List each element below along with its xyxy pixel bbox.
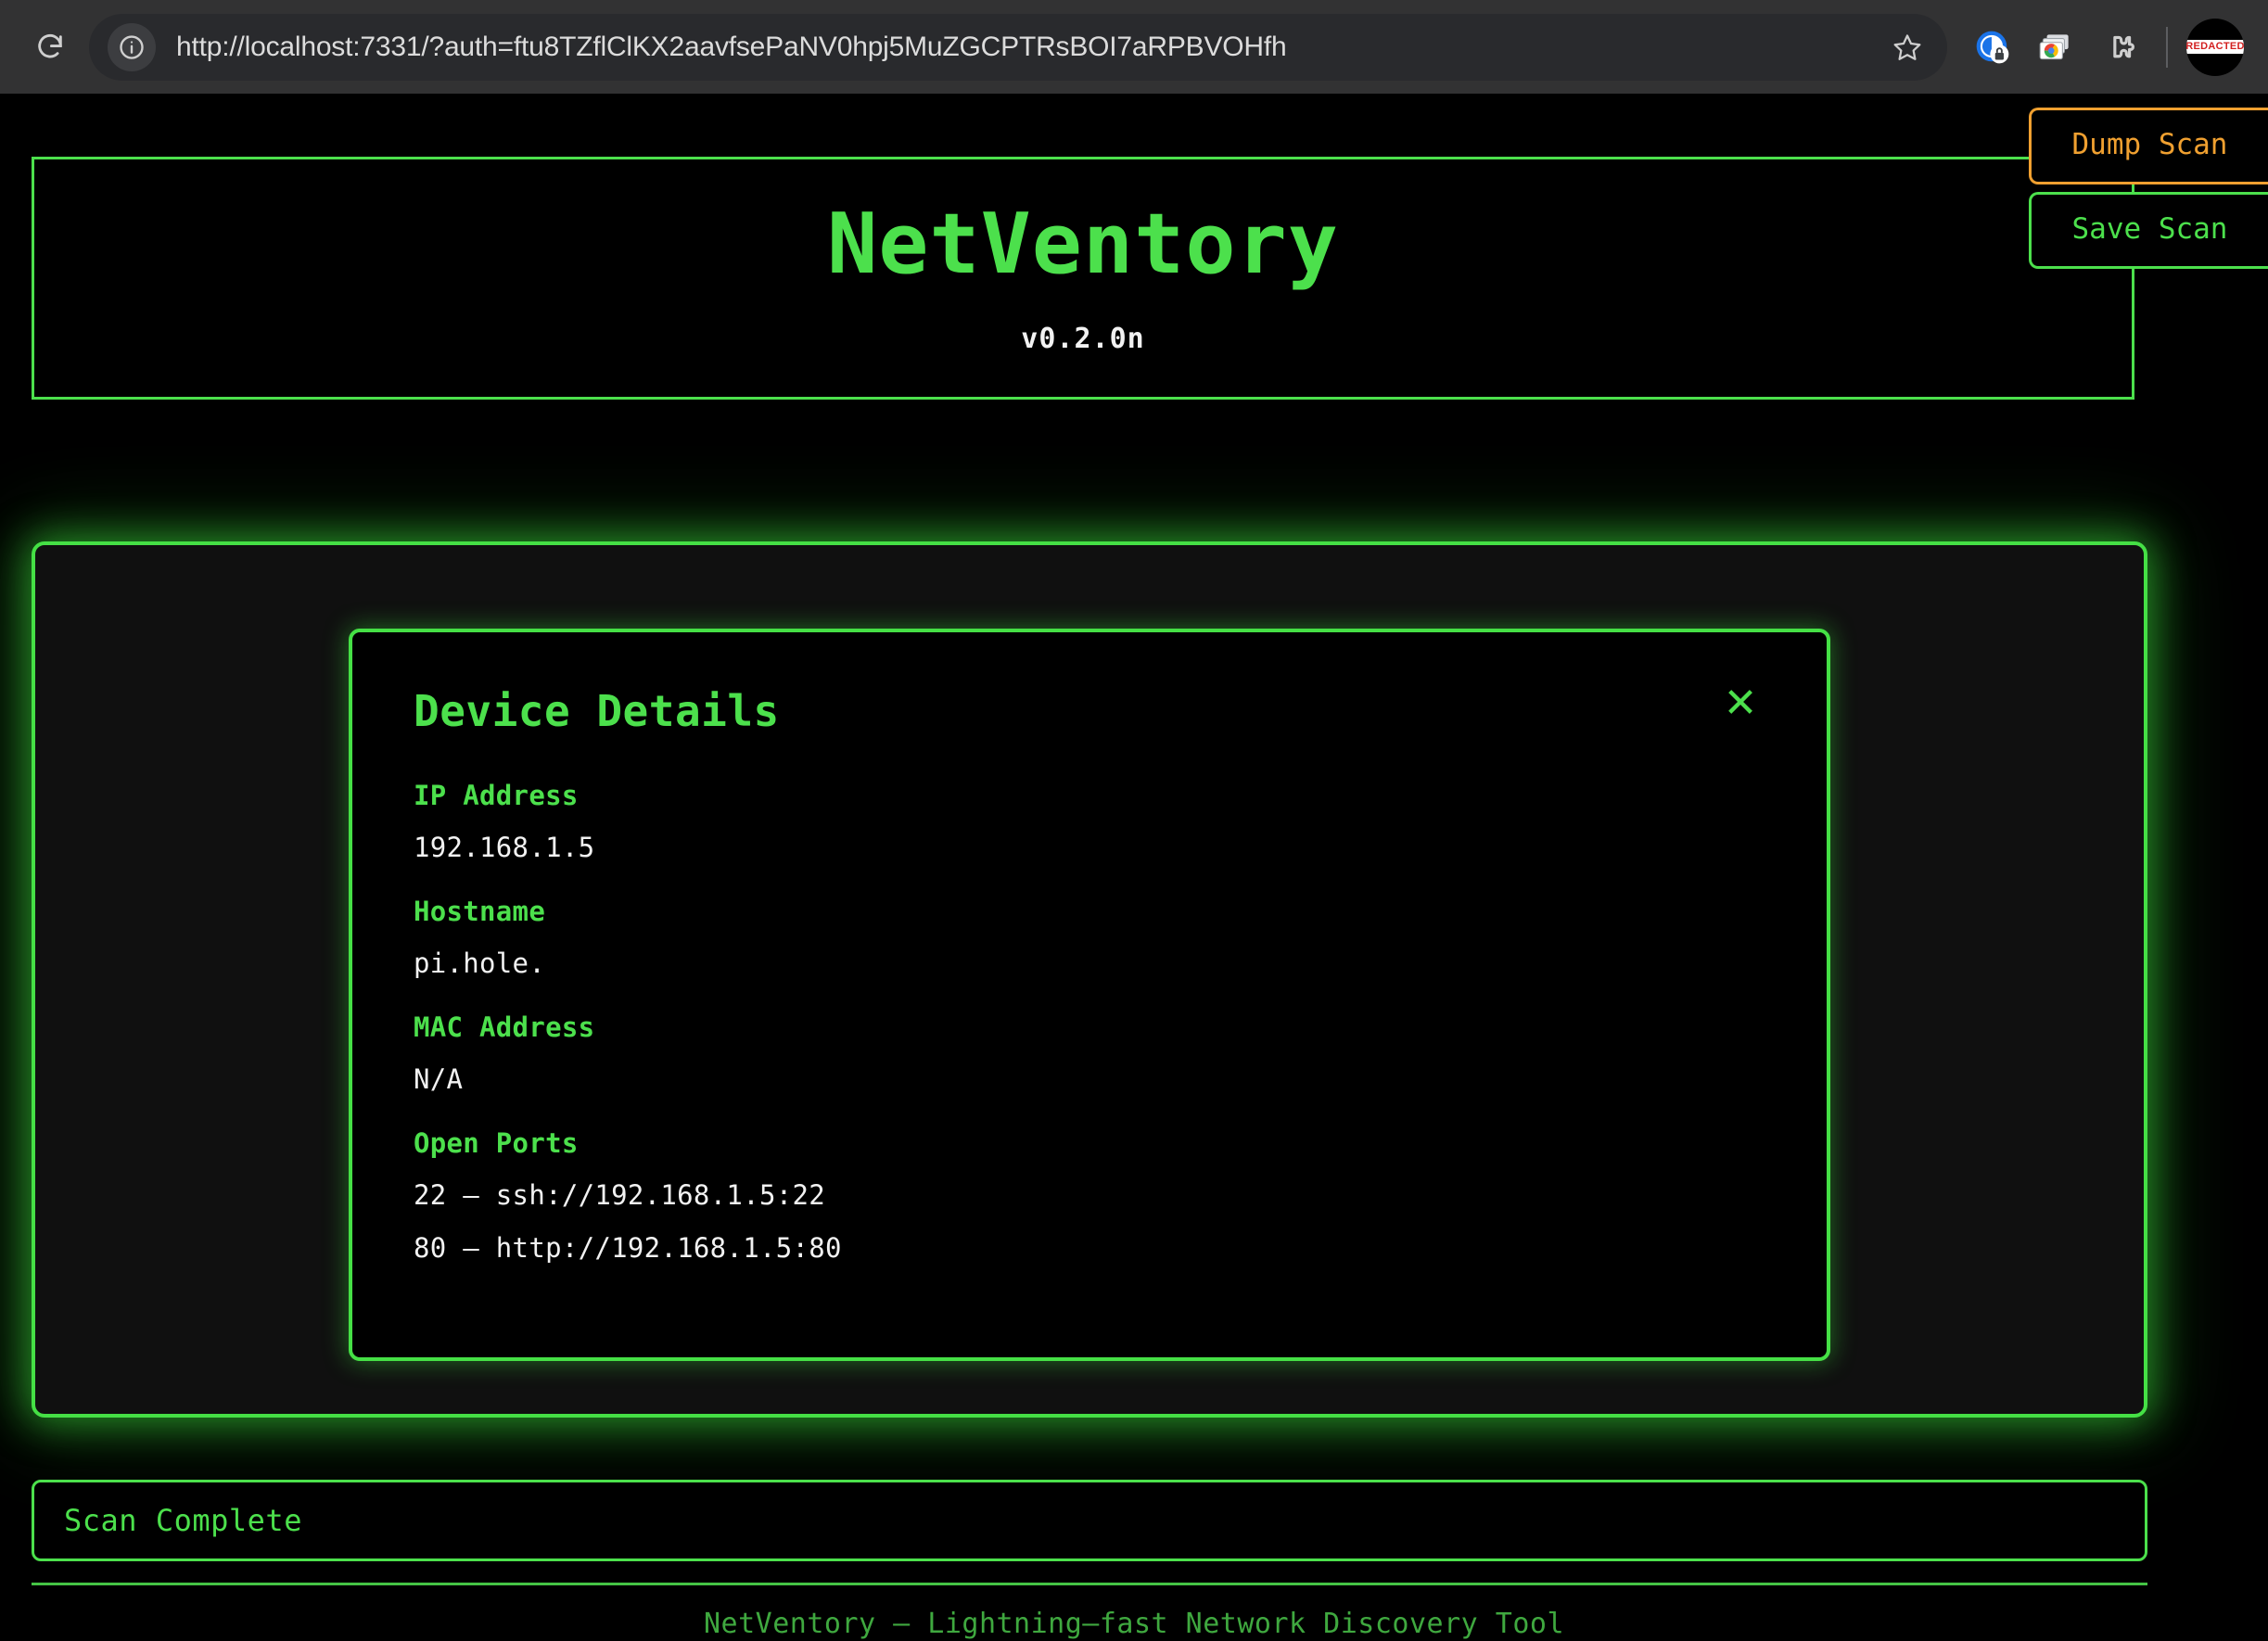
avatar-redacted-label: REDACTED — [2186, 40, 2244, 54]
app-header-panel: NetVentory v0.2.0n — [32, 157, 2134, 400]
status-text: Scan Complete — [64, 1503, 302, 1538]
field-ip-address: IP Address 192.168.1.5 — [414, 782, 1765, 861]
field-label: Hostname — [414, 896, 546, 927]
url-text[interactable]: http://localhost:7331/?auth=ftu8TZflClKX… — [176, 32, 1882, 63]
avatar[interactable]: REDACTED — [2186, 18, 2244, 76]
field-value: N/A — [414, 1063, 464, 1095]
status-bar: Scan Complete — [32, 1480, 2147, 1561]
save-scan-button[interactable]: Save Scan — [2029, 192, 2268, 269]
reload-icon[interactable] — [24, 21, 76, 73]
port-link[interactable]: 80 — http://192.168.1.5:80 — [414, 1235, 1765, 1262]
device-details-modal: ✕ Device Details IP Address 192.168.1.5 … — [349, 629, 1830, 1361]
field-mac-address: MAC Address N/A — [414, 1014, 1765, 1093]
page-title: NetVentory — [827, 196, 1339, 293]
star-icon[interactable] — [1882, 22, 1932, 72]
field-value: 192.168.1.5 — [414, 832, 595, 863]
field-hostname: Hostname pi.hole. — [414, 898, 1765, 977]
open-ports-list: 22 — ssh://192.168.1.5:22 80 — http://19… — [414, 1182, 1765, 1262]
field-label: IP Address — [414, 780, 579, 811]
dump-scan-button[interactable]: Dump Scan — [2029, 108, 2268, 184]
app-version-label: v0.2.0n — [1021, 323, 1145, 355]
page-viewport: Dump Scan Save Scan NetVentory v0.2.0n ✕… — [0, 94, 2268, 1641]
port-link[interactable]: 22 — ssh://192.168.1.5:22 — [414, 1182, 1765, 1209]
footer-divider — [32, 1583, 2147, 1585]
address-bar[interactable]: http://localhost:7331/?auth=ftu8TZflClKX… — [89, 13, 1947, 81]
close-icon[interactable]: ✕ — [1715, 679, 1765, 729]
modal-title: Device Details — [414, 686, 780, 736]
privacy-lock-icon[interactable] — [1964, 19, 2021, 76]
info-circle-icon[interactable] — [108, 22, 156, 71]
scan-actions-group: Dump Scan Save Scan — [2029, 108, 2268, 269]
chrome-windows-icon[interactable] — [2027, 19, 2084, 76]
footer-tagline: NetVentory — Lightning—fast Network Disc… — [703, 1608, 1565, 1640]
field-label: MAC Address — [414, 1011, 595, 1043]
toolbar-divider — [2166, 26, 2168, 68]
extensions-puzzle-icon[interactable] — [2090, 19, 2147, 76]
field-open-ports: Open Ports 22 — ssh://192.168.1.5:22 80 … — [414, 1130, 1765, 1262]
field-label: Open Ports — [414, 1127, 579, 1159]
field-value: pi.hole. — [414, 948, 546, 979]
results-panel: ✕ Device Details IP Address 192.168.1.5 … — [32, 541, 2147, 1418]
browser-actions: REDACTED — [1956, 18, 2244, 76]
browser-toolbar: http://localhost:7331/?auth=ftu8TZflClKX… — [0, 0, 2268, 94]
footer: NetVentory — Lightning—fast Network Disc… — [0, 1610, 2268, 1641]
